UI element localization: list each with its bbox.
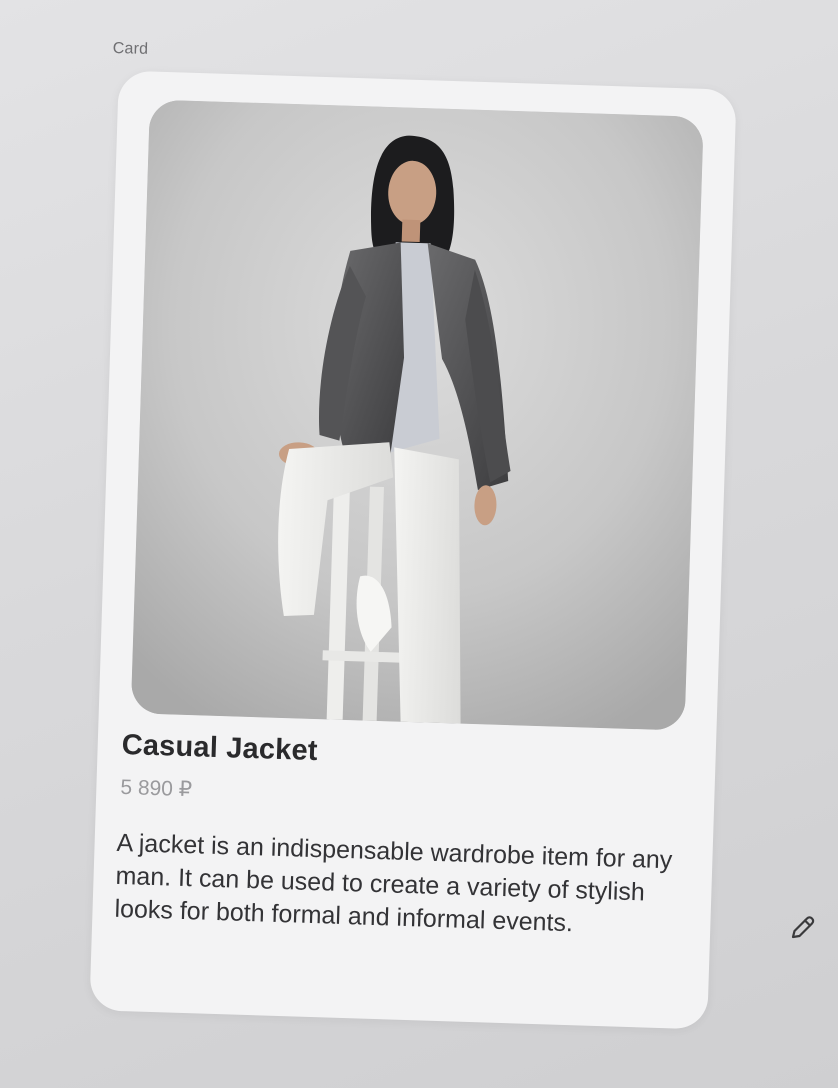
pencil-icon[interactable] <box>786 912 818 944</box>
product-title: Casual Jacket <box>121 728 319 768</box>
product-price: 5 890 ₽ <box>120 775 193 802</box>
product-card[interactable]: Casual Jacket 5 890 ₽ A jacket is an ind… <box>89 70 737 1030</box>
frame-label: Card <box>112 40 149 58</box>
product-description: A jacket is an indispensable wardrobe it… <box>114 828 673 938</box>
product-image <box>130 99 704 731</box>
